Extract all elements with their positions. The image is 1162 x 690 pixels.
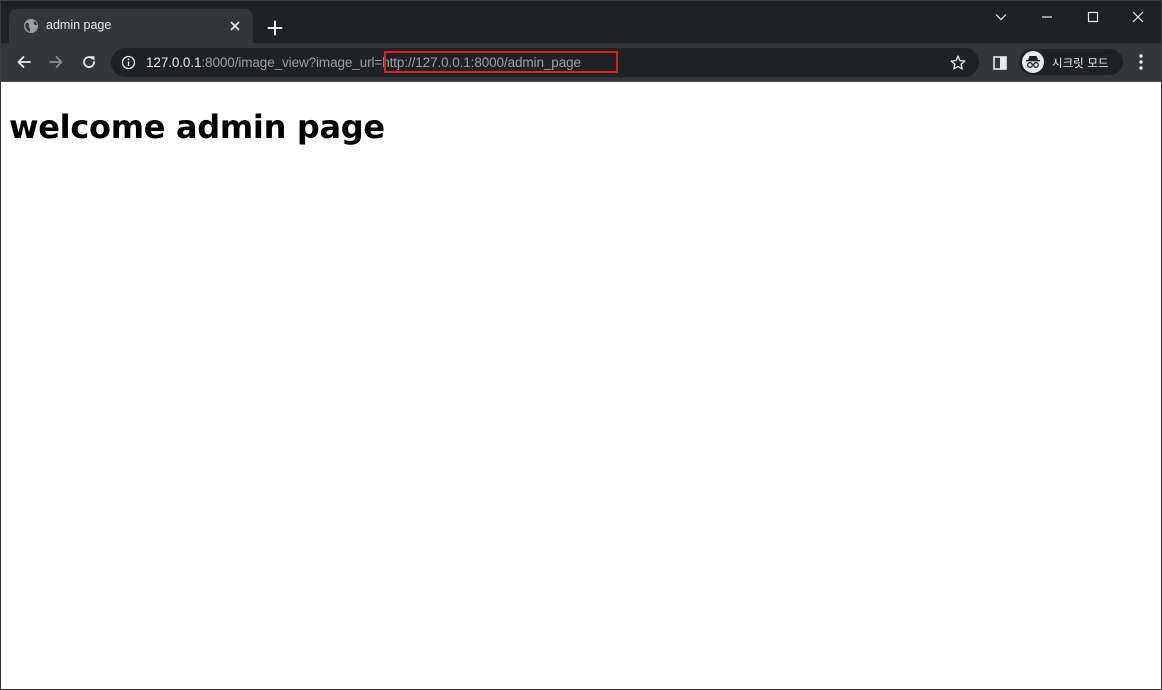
incognito-label: 시크릿 모드: [1052, 56, 1109, 70]
url-text[interactable]: 127.0.0.1:8000/image_view?image_url=http…: [146, 55, 581, 70]
info-icon[interactable]: [121, 55, 136, 70]
browser-window: admin page 127.0.0.1:8000/image_view?ima…: [0, 0, 1162, 690]
star-icon[interactable]: [949, 54, 967, 72]
globe-icon: [23, 18, 39, 34]
url-query-value: =http://127.0.0.1:8000/admin_page: [374, 55, 581, 70]
plus-icon: [267, 20, 283, 36]
close-window-button[interactable]: [1115, 1, 1161, 33]
kebab-menu-icon: [1139, 54, 1143, 70]
toolbar: 127.0.0.1:8000/image_view?image_url=http…: [1, 43, 1161, 82]
arrow-left-icon: [17, 56, 31, 68]
maximize-icon: [1087, 11, 1099, 23]
chevron-down-icon: [995, 14, 1007, 21]
tab-admin-page[interactable]: admin page: [9, 9, 253, 43]
tab-search-button[interactable]: [978, 1, 1024, 33]
tab-strip: admin page: [1, 1, 1161, 43]
address-bar[interactable]: 127.0.0.1:8000/image_view?image_url=http…: [111, 48, 979, 77]
side-panel-button[interactable]: [989, 52, 1011, 74]
url-path: :8000/image_view?image_url: [201, 55, 375, 70]
incognito-profile-chip[interactable]: 시크릿 모드: [1019, 49, 1123, 75]
reload-button[interactable]: [75, 48, 103, 76]
page-heading: welcome admin page: [9, 108, 385, 146]
menu-button[interactable]: [1129, 49, 1153, 75]
side-panel-icon: [993, 56, 1007, 70]
arrow-right-icon: [49, 56, 63, 68]
tab-title: admin page: [46, 18, 112, 32]
new-tab-button[interactable]: [262, 15, 288, 41]
page-viewport: welcome admin page: [1, 82, 1161, 689]
close-window-icon: [1132, 11, 1144, 23]
minimize-icon: [1042, 16, 1052, 18]
url-host: 127.0.0.1: [146, 55, 202, 70]
forward-button[interactable]: [42, 48, 70, 76]
maximize-button[interactable]: [1070, 1, 1116, 33]
minimize-button[interactable]: [1024, 1, 1070, 33]
close-icon[interactable]: [226, 17, 244, 35]
reload-icon: [83, 56, 95, 68]
incognito-icon: [1022, 51, 1044, 73]
back-button[interactable]: [10, 48, 38, 76]
